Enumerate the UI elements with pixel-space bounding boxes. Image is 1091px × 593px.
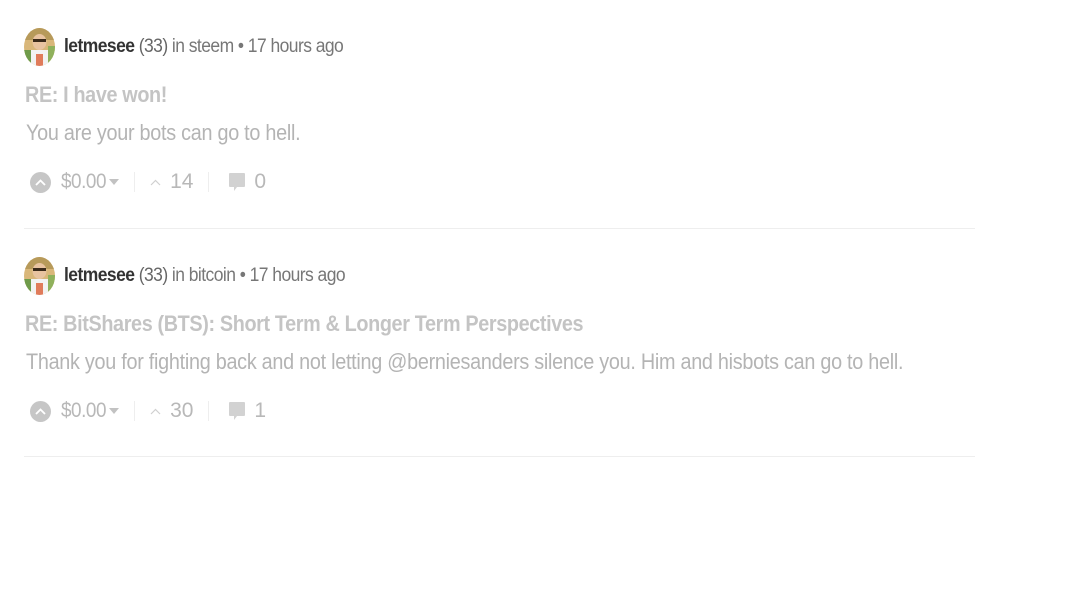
chevron-down-icon: [109, 408, 120, 414]
post-title[interactable]: RE: I have won!: [25, 82, 167, 108]
footer-divider: [208, 172, 210, 192]
author-link[interactable]: letmesee: [64, 265, 135, 286]
post-footer: $0.00 14 0: [30, 168, 266, 196]
post-timestamp[interactable]: 17 hours ago: [248, 36, 344, 57]
post-body[interactable]: You are your bots can go to hell.: [26, 120, 301, 146]
footer-divider: [208, 401, 210, 421]
vote-count: 30: [170, 399, 194, 422]
in-label: in: [171, 265, 185, 286]
vote-count: 14: [170, 170, 194, 193]
post-header: letmesee (33) in bitcoin • 17 hours ago: [24, 257, 370, 295]
post-summary: letmesee (33) in steem • 17 hours ago RE…: [24, 0, 975, 229]
byline-separator: •: [237, 36, 244, 57]
post-summary: letmesee (33) in bitcoin • 17 hours ago …: [24, 229, 975, 457]
comment-icon: [229, 402, 246, 420]
post-timestamp[interactable]: 17 hours ago: [250, 265, 346, 286]
reply-count: 0: [254, 170, 267, 193]
replies-button[interactable]: 0: [228, 170, 266, 194]
byline-separator: •: [239, 265, 246, 286]
post-body[interactable]: Thank you for fighting back and not lett…: [26, 349, 904, 375]
replies-button[interactable]: 1: [228, 399, 266, 423]
post-byline: letmesee (33) in steem • 17 hours ago: [64, 36, 344, 58]
author-reputation: (33): [138, 36, 168, 57]
upvote-icon[interactable]: [30, 400, 51, 422]
avatar[interactable]: [24, 28, 55, 66]
votes-button[interactable]: 14: [150, 170, 193, 194]
upvote-icon[interactable]: [30, 171, 51, 193]
votes-button[interactable]: 30: [150, 399, 193, 423]
reply-count: 1: [254, 399, 267, 422]
in-label: in: [171, 36, 185, 57]
chevron-up-icon: [150, 408, 161, 414]
post-title[interactable]: RE: BitShares (BTS): Short Term & Longer…: [25, 311, 584, 337]
footer-divider: [134, 172, 136, 192]
comment-icon: [229, 173, 246, 191]
community-link[interactable]: bitcoin: [189, 265, 236, 286]
post-header: letmesee (33) in steem • 17 hours ago: [24, 28, 368, 66]
payout-value: $0.00: [61, 170, 107, 193]
chevron-down-icon: [109, 179, 120, 185]
payout-value: $0.00: [61, 399, 107, 422]
payout-button[interactable]: $0.00: [61, 170, 120, 194]
payout-button[interactable]: $0.00: [61, 399, 120, 423]
author-link[interactable]: letmesee: [64, 36, 135, 57]
post-byline: letmesee (33) in bitcoin • 17 hours ago: [64, 265, 346, 287]
community-link[interactable]: steem: [189, 36, 234, 57]
author-reputation: (33): [138, 265, 168, 286]
post-feed: letmesee (33) in steem • 17 hours ago RE…: [24, 0, 975, 457]
avatar[interactable]: [24, 257, 55, 295]
chevron-up-icon: [150, 179, 161, 185]
post-footer: $0.00 30 1: [30, 397, 266, 425]
footer-divider: [134, 401, 136, 421]
